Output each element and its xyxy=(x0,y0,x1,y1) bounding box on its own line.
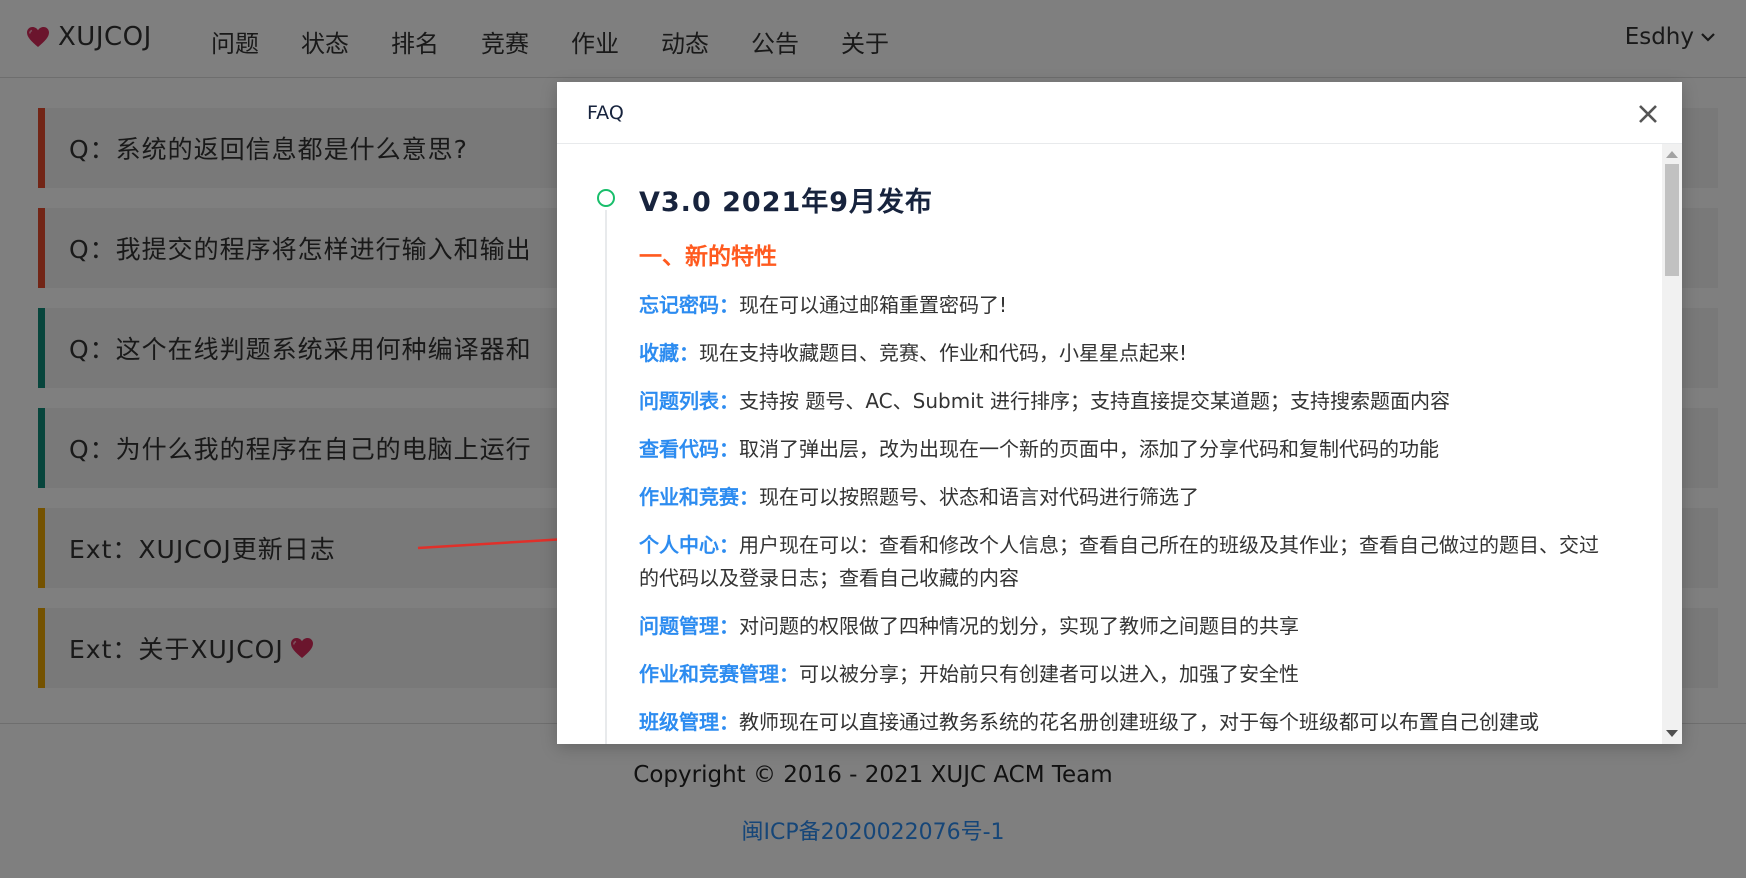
feature-desc: 现在可以通过邮箱重置密码了! xyxy=(739,293,1008,317)
feature-item: 个人中心：用户现在可以：查看和修改个人信息；查看自己所在的班级及其作业；查看自己… xyxy=(639,529,1609,595)
scroll-down-arrow-icon[interactable] xyxy=(1666,730,1678,737)
feature-desc: 取消了弹出层，改为出现在一个新的页面中，添加了分享代码和复制代码的功能 xyxy=(739,437,1439,461)
feature-desc: 对问题的权限做了四种情况的划分，实现了教师之间题目的共享 xyxy=(739,614,1299,638)
feature-item: 收藏：现在支持收藏题目、竞赛、作业和代码，小星星点起来! xyxy=(639,337,1609,370)
modal-header: FAQ xyxy=(557,82,1682,144)
feature-list: 忘记密码：现在可以通过邮箱重置密码了! 收藏：现在支持收藏题目、竞赛、作业和代码… xyxy=(639,274,1609,739)
feature-name: 收藏： xyxy=(639,341,699,365)
feature-desc: 现在可以按照题号、状态和语言对代码进行筛选了 xyxy=(759,485,1199,509)
feature-name: 个人中心： xyxy=(639,533,739,557)
timeline-dot xyxy=(597,189,615,207)
feature-desc: 用户现在可以：查看和修改个人信息；查看自己所在的班级及其作业；查看自己做过的题目… xyxy=(639,533,1599,590)
feature-name: 作业和竞赛管理： xyxy=(639,662,799,686)
feature-item: 作业和竞赛：现在可以按照题号、状态和语言对代码进行筛选了 xyxy=(639,481,1609,514)
feature-name: 作业和竞赛： xyxy=(639,485,759,509)
feature-name: 查看代码： xyxy=(639,437,739,461)
modal-scrollbar[interactable] xyxy=(1662,144,1682,744)
close-icon[interactable] xyxy=(1636,102,1660,126)
section-title: 一、新的特性 xyxy=(639,244,777,270)
timeline-line xyxy=(605,210,607,744)
faq-modal: FAQ V3.0 2021年9月发布 一、新的特性 忘记密码：现在可以通过邮箱重… xyxy=(557,82,1682,744)
feature-name: 班级管理： xyxy=(639,710,739,734)
feature-name: 问题列表： xyxy=(639,389,739,413)
feature-desc: 现在支持收藏题目、竞赛、作业和代码，小星星点起来! xyxy=(699,341,1188,365)
feature-item: 作业和竞赛管理：可以被分享；开始前只有创建者可以进入，加强了安全性 xyxy=(639,658,1609,691)
feature-item: 班级管理：教师现在可以直接通过教务系统的花名册创建班级了，对于每个班级都可以布置… xyxy=(639,706,1609,739)
scroll-up-arrow-icon[interactable] xyxy=(1666,151,1678,158)
feature-name: 问题管理： xyxy=(639,614,739,638)
feature-item: 忘记密码：现在可以通过邮箱重置密码了! xyxy=(639,289,1609,322)
feature-item: 问题列表：支持按 题号、AC、Submit 进行排序；支持直接提交某道题；支持搜… xyxy=(639,385,1609,418)
feature-desc: 教师现在可以直接通过教务系统的花名册创建班级了，对于每个班级都可以布置自己创建或 xyxy=(739,710,1539,734)
modal-title: FAQ xyxy=(587,102,624,124)
feature-desc: 可以被分享；开始前只有创建者可以进入，加强了安全性 xyxy=(799,662,1299,686)
modal-body[interactable]: V3.0 2021年9月发布 一、新的特性 忘记密码：现在可以通过邮箱重置密码了… xyxy=(557,144,1682,744)
version-title: V3.0 2021年9月发布 xyxy=(639,187,934,218)
feature-name: 忘记密码： xyxy=(639,293,739,317)
feature-desc: 支持按 题号、AC、Submit 进行排序；支持直接提交某道题；支持搜索题面内容 xyxy=(739,389,1450,413)
feature-item: 问题管理：对问题的权限做了四种情况的划分，实现了教师之间题目的共享 xyxy=(639,610,1609,643)
feature-item: 查看代码：取消了弹出层，改为出现在一个新的页面中，添加了分享代码和复制代码的功能 xyxy=(639,433,1609,466)
scroll-thumb[interactable] xyxy=(1665,164,1679,276)
